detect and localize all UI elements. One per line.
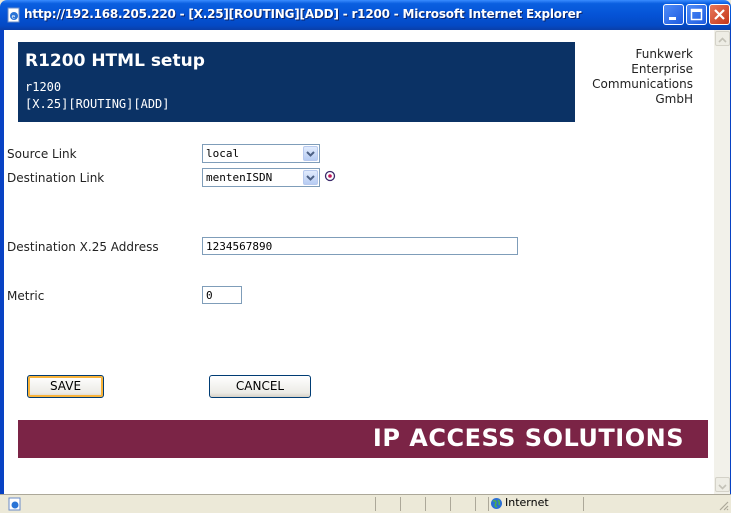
status-divider <box>375 497 376 511</box>
refresh-icon[interactable] <box>324 170 336 182</box>
menu-path: [X.25][ROUTING][ADD] <box>25 97 170 111</box>
minimize-button[interactable] <box>663 4 684 25</box>
status-divider <box>488 497 489 511</box>
status-bar: Internet <box>0 494 731 513</box>
source-link-dropdown-button[interactable] <box>303 146 318 161</box>
resize-grip-icon[interactable] <box>717 499 729 511</box>
cancel-button[interactable]: CANCEL <box>209 375 311 398</box>
metric-input[interactable]: 0 <box>202 286 242 304</box>
vertical-scrollbar[interactable] <box>713 30 730 494</box>
company-line: Communications <box>592 77 693 91</box>
chevron-down-icon <box>306 151 315 157</box>
metric-label: Metric <box>7 289 45 303</box>
svg-text:e: e <box>12 14 16 21</box>
destination-link-select[interactable]: mentenISDN <box>202 168 320 187</box>
close-icon <box>714 9 725 20</box>
ie-page-icon: e <box>7 7 20 23</box>
destination-link-label: Destination Link <box>7 171 105 185</box>
company-line: Enterprise <box>631 62 693 76</box>
window-titlebar[interactable]: e http://192.168.205.220 - [X.25][ROUTIN… <box>0 0 731 30</box>
maximize-icon <box>690 8 703 21</box>
chevron-up-icon <box>718 37 727 43</box>
destination-address-input[interactable]: 1234567890 <box>202 237 518 255</box>
company-line: Funkwerk <box>635 47 694 61</box>
save-button[interactable]: SAVE <box>27 375 104 398</box>
page-title: R1200 HTML setup <box>25 51 205 71</box>
status-divider <box>475 497 476 511</box>
destination-link-dropdown-button[interactable] <box>303 170 318 185</box>
maximize-button[interactable] <box>686 4 707 25</box>
chevron-down-icon <box>306 175 315 181</box>
status-divider <box>425 497 426 511</box>
destination-address-label: Destination X.25 Address <box>7 240 159 254</box>
page-content: R1200 HTML setup r1200 [X.25][ROUTING][A… <box>4 30 713 494</box>
browser-frame: R1200 HTML setup r1200 [X.25][ROUTING][A… <box>0 30 731 494</box>
chevron-down-icon <box>718 484 727 490</box>
footer-banner: IP ACCESS SOLUTIONS <box>18 420 708 458</box>
destination-link-value: mentenISDN <box>206 171 273 184</box>
scroll-up-button[interactable] <box>715 31 730 46</box>
device-name: r1200 <box>25 80 62 94</box>
minimize-icon <box>669 17 676 20</box>
close-button[interactable] <box>709 4 730 25</box>
company-line: GmbH <box>655 92 693 106</box>
source-link-value: local <box>206 147 240 160</box>
scroll-down-button[interactable] <box>715 477 730 492</box>
ie-page-icon <box>8 497 21 511</box>
window-title: http://192.168.205.220 - [X.25][ROUTING]… <box>24 7 582 21</box>
setup-header: R1200 HTML setup r1200 [X.25][ROUTING][A… <box>18 42 575 122</box>
source-link-select[interactable]: local <box>202 144 320 163</box>
company-name: Funkwerk Enterprise Communications GmbH <box>575 42 705 122</box>
security-zone: Internet <box>505 496 549 509</box>
status-divider <box>400 497 401 511</box>
source-link-label: Source Link <box>7 147 77 161</box>
banner-text: IP ACCESS SOLUTIONS <box>372 424 684 452</box>
status-divider <box>583 497 584 511</box>
status-divider <box>450 497 451 511</box>
globe-icon <box>491 498 502 509</box>
